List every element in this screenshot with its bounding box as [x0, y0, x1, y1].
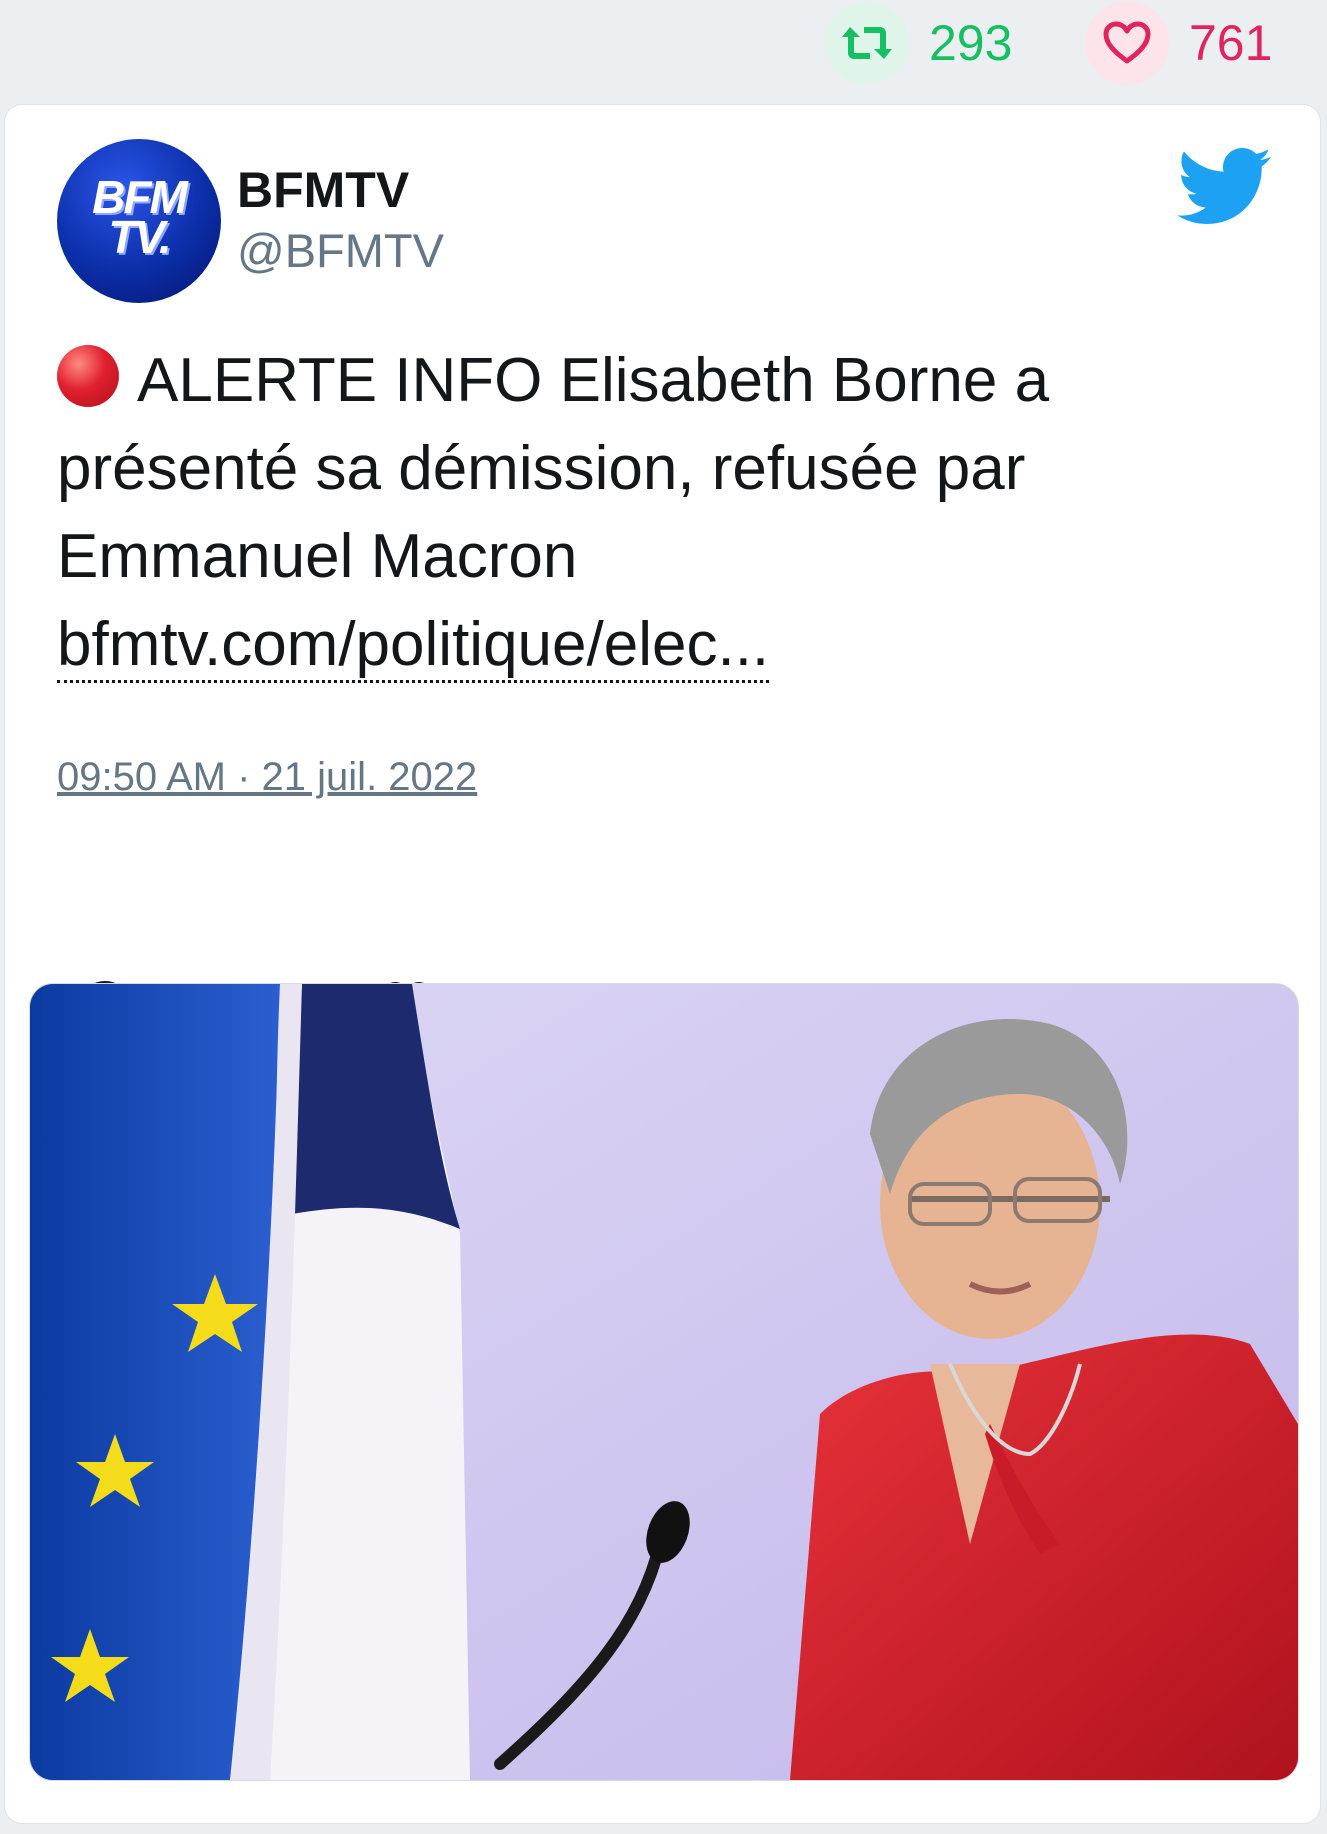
heart-icon[interactable] — [1085, 1, 1169, 85]
red-circle-emoji — [57, 345, 119, 407]
like-stat[interactable]: 761 — [1085, 0, 1272, 86]
retweet-icon[interactable] — [825, 1, 909, 85]
avatar[interactable]: BFM TV. — [57, 139, 221, 303]
author-handle[interactable]: @BFMTV — [237, 223, 444, 278]
tweet-timestamp[interactable]: 09:50 AM · 21 juil. 2022 — [57, 755, 477, 800]
retweet-count: 293 — [929, 15, 1013, 71]
article-link[interactable]: bfmtv.com/politique/elec... — [57, 610, 770, 683]
tweet-card[interactable]: BFM TV. BFMTV @BFMTV ALERTE INFO Elisabe… — [4, 104, 1321, 1824]
tweet-photo[interactable] — [29, 983, 1299, 1781]
author-name[interactable]: BFMTV — [237, 161, 409, 219]
engagement-bar: 293 761 — [0, 0, 1327, 100]
bfmtv-logo: BFM TV. — [57, 174, 221, 263]
tweet-body: ALERTE INFO Elisabeth Borne a présenté s… — [57, 346, 1050, 591]
logo-line-2: TV. — [108, 211, 171, 263]
tweet-text: ALERTE INFO Elisabeth Borne a présenté s… — [57, 337, 1277, 689]
retweet-stat[interactable]: 293 — [825, 0, 1012, 86]
photo-illustration — [30, 984, 1298, 1780]
like-count: 761 — [1189, 15, 1273, 71]
twitter-bird-icon[interactable] — [1177, 147, 1273, 227]
red-jacket — [790, 1334, 1298, 1780]
